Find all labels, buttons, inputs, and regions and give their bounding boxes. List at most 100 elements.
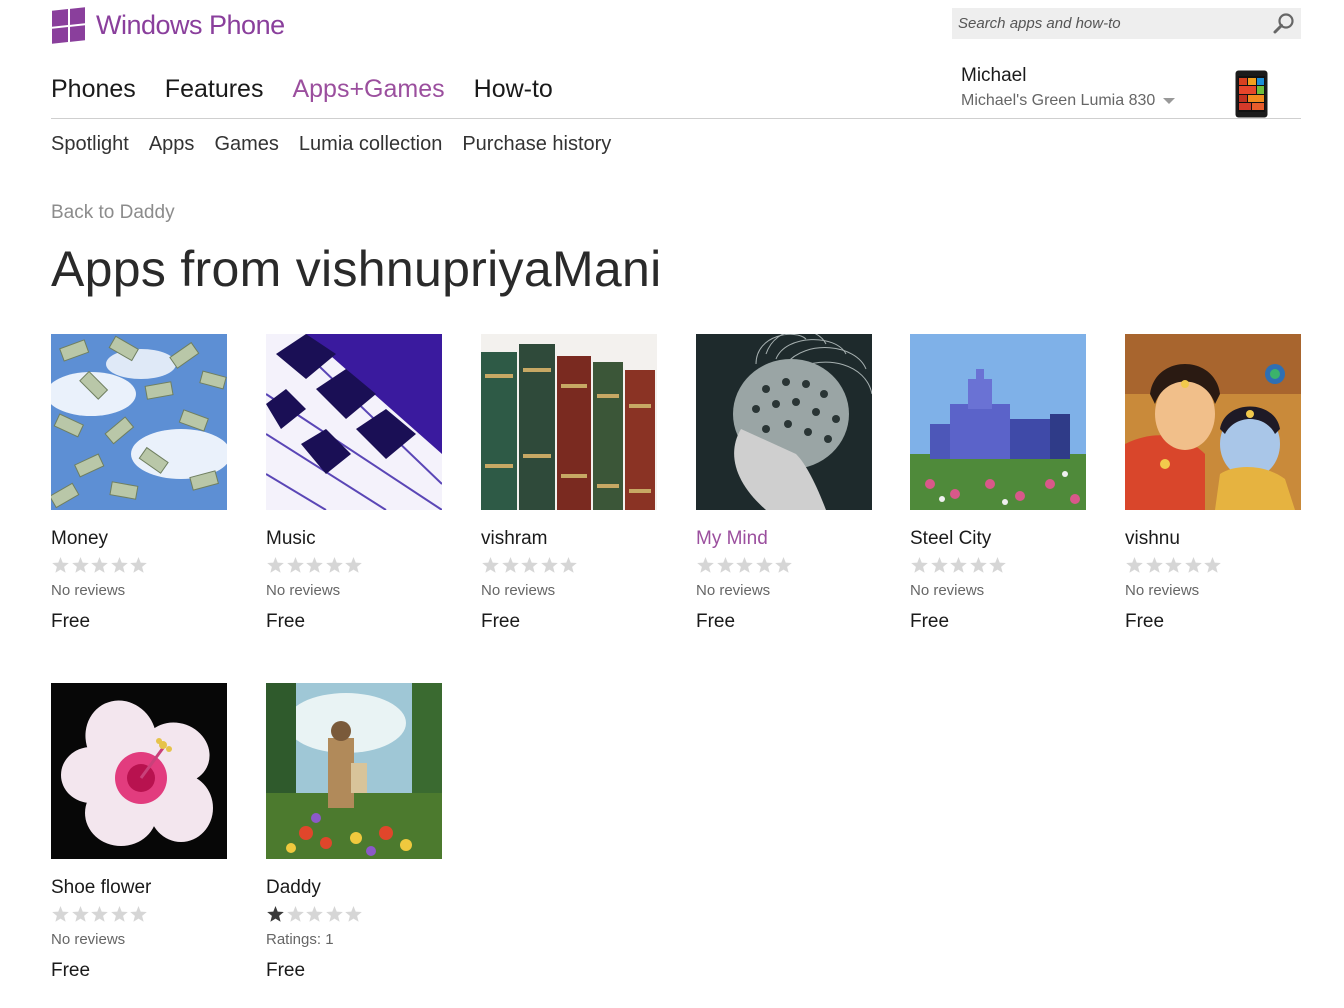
app-name[interactable]: My Mind [696,527,872,551]
star-empty-icon [71,906,89,922]
nav-phones[interactable]: Phones [51,72,136,106]
phone-name: Michael's Green Lumia 830 [961,92,1156,109]
star-empty-icon [775,557,792,573]
app-tile-daddy: Daddy Ratings: 1 Free [266,683,442,983]
app-name[interactable]: Music [266,527,442,551]
star-empty-icon [130,557,147,573]
star-empty-icon [306,557,323,573]
star-empty-icon [267,557,284,573]
nav-divider [51,118,1301,119]
star-rating [266,904,442,924]
search-input[interactable] [952,8,1268,39]
star-empty-icon [697,557,714,573]
star-empty-icon [110,557,128,573]
star-filled-icon [267,906,284,922]
star-rating [51,904,227,924]
subnav-apps[interactable]: Apps [149,130,195,158]
chevron-down-icon[interactable] [1163,98,1176,104]
star-empty-icon [52,557,69,573]
star-empty-icon [950,557,967,573]
books-image[interactable] [481,334,657,510]
account-name: Michael [961,65,1027,86]
sub-nav: Spotlight Apps Games Lumia collection Pu… [51,130,631,158]
app-price: Free [481,611,521,632]
subnav-spotlight[interactable]: Spotlight [51,130,129,158]
app-tile-vishnu: vishnu No reviews Free [1125,334,1301,634]
star-empty-icon [969,557,987,573]
star-empty-icon [325,557,343,573]
page-title: Apps from vishnupriyaMani [51,241,662,297]
app-price: Free [51,611,91,632]
review-count: No reviews [481,582,556,599]
star-empty-icon [306,906,323,922]
windows-phone-logo[interactable]: Windows Phone [52,7,285,44]
app-name[interactable]: Money [51,527,227,551]
star-empty-icon [91,906,108,922]
app-price: Free [1125,611,1165,632]
subnav-lumia-collection[interactable]: Lumia collection [299,130,442,158]
star-empty-icon [1165,557,1182,573]
main-nav: Phones Features Apps+Games How-to [51,72,582,106]
back-link[interactable]: Back to Daddy [51,202,175,224]
money-image[interactable] [51,334,227,510]
star-empty-icon [930,557,948,573]
search-icon[interactable] [1271,11,1297,37]
father-child-garden-image[interactable] [266,683,442,859]
search-box [952,8,1301,39]
star-rating [266,555,442,575]
app-tile-music: Music No reviews Free [266,334,442,634]
app-price: Free [51,960,91,981]
nav-apps-games[interactable]: Apps+Games [292,72,444,106]
star-empty-icon [501,557,519,573]
app-price: Free [266,611,306,632]
review-count: No reviews [696,582,771,599]
star-empty-icon [736,557,753,573]
star-rating [696,555,872,575]
app-tile-my-mind: My Mind No reviews Free [696,334,872,634]
star-empty-icon [345,906,362,922]
star-empty-icon [130,906,147,922]
star-empty-icon [110,906,128,922]
star-rating [481,555,657,575]
star-empty-icon [755,557,773,573]
brand-name: Windows Phone [96,10,285,40]
star-empty-icon [911,557,928,573]
star-empty-icon [1145,557,1163,573]
star-empty-icon [1204,557,1221,573]
star-rating [1125,555,1301,575]
star-empty-icon [325,906,343,922]
app-name[interactable]: Shoe flower [51,876,227,900]
app-name[interactable]: vishram [481,527,657,551]
account-panel: Michael Michael's Green Lumia 830 [961,65,1176,110]
star-empty-icon [52,906,69,922]
review-count: No reviews [266,582,341,599]
piano-keys-image[interactable] [266,334,442,510]
star-empty-icon [989,557,1006,573]
star-empty-icon [716,557,734,573]
hibiscus-flower-image[interactable] [51,683,227,859]
star-empty-icon [560,557,577,573]
star-empty-icon [345,557,362,573]
star-empty-icon [521,557,538,573]
star-rating [910,555,1086,575]
review-count: No reviews [1125,582,1200,599]
star-empty-icon [482,557,499,573]
nav-features[interactable]: Features [165,72,264,106]
krishna-painting-image[interactable] [1125,334,1301,510]
subnav-purchase-history[interactable]: Purchase history [462,130,611,158]
app-name[interactable]: Steel City [910,527,1086,551]
app-name[interactable]: vishnu [1125,527,1301,551]
star-empty-icon [286,557,304,573]
review-count: No reviews [51,582,126,599]
app-tile-steel-city: Steel City No reviews Free [910,334,1086,634]
capitol-building-image[interactable] [910,334,1086,510]
star-empty-icon [71,557,89,573]
app-tile-money: Money No reviews Free [51,334,227,634]
subnav-games[interactable]: Games [214,130,278,158]
app-name[interactable]: Daddy [266,876,442,900]
phone-thumbnail-icon [1235,70,1268,118]
brain-wires-image[interactable] [696,334,872,510]
nav-how-to[interactable]: How-to [474,72,553,106]
star-empty-icon [1184,557,1202,573]
phone-selector[interactable]: Michael's Green Lumia 830 [961,92,1176,110]
